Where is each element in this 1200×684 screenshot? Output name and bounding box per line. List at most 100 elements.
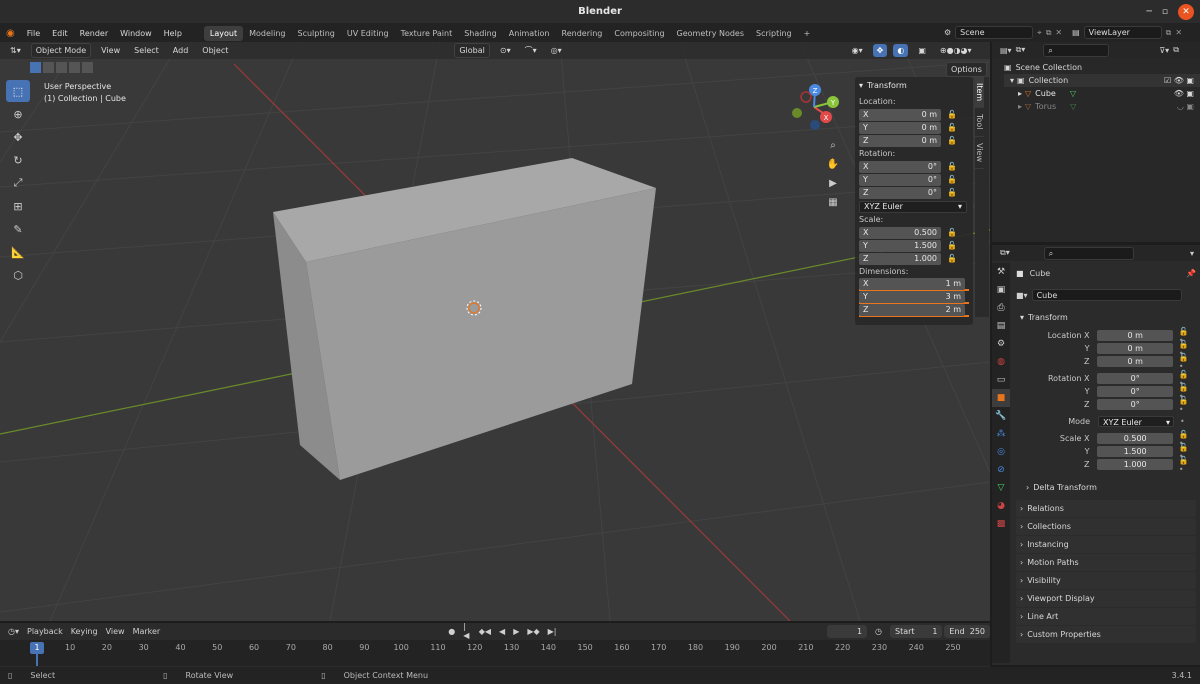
hidden-eye-camera-icons[interactable]: ◡ ▣ — [1177, 102, 1194, 111]
visibility-icon[interactable]: ◉▾ — [848, 44, 867, 57]
workspace-tab[interactable]: Geometry Nodes — [671, 26, 750, 41]
select-extend-icon[interactable] — [43, 62, 54, 73]
marker-menu[interactable]: Marker — [133, 627, 161, 636]
location-z-field[interactable]: Z0 m — [859, 134, 941, 147]
lock-icon[interactable]: 🔓 — [947, 241, 957, 250]
workspace-tab[interactable]: Shading — [458, 26, 503, 41]
lock-icon[interactable]: 🔓 — [947, 123, 957, 132]
minimize-icon[interactable]: ─ — [1146, 7, 1151, 17]
lock-icon[interactable]: 🔓 • — [1179, 396, 1196, 414]
menu-help[interactable]: Help — [158, 29, 188, 38]
scene-tab-icon[interactable]: ⚙ — [992, 335, 1010, 353]
properties-search-input[interactable]: ⌕ — [1043, 246, 1134, 260]
scene-icon[interactable]: ⚙ — [944, 28, 951, 37]
transform-orientation-dropdown[interactable]: Global — [454, 43, 490, 58]
editor-type-icon[interactable]: ⧉▾ — [1000, 248, 1010, 258]
tab-tool[interactable]: Tool — [975, 108, 984, 137]
zoom-icon[interactable]: ⌕ — [824, 136, 842, 154]
chevron-down-icon[interactable]: ▾ — [1190, 249, 1194, 258]
scale-z-field[interactable]: Z 1.000 — [859, 252, 941, 265]
viewport-display-section[interactable]: › Viewport Display — [1016, 590, 1196, 607]
record-icon[interactable]: ● — [448, 627, 455, 636]
rotation-y-field[interactable]: Y 0° — [859, 173, 941, 186]
collection-tab-icon[interactable]: ▭ — [992, 371, 1010, 389]
outliner-row-cube[interactable]: ▸ ▽ Cube ▽ 👁 ▣ — [1004, 87, 1200, 100]
tool-tab-icon[interactable]: ⚒ — [992, 263, 1010, 281]
data-tab-icon[interactable]: ▽ — [992, 479, 1010, 497]
pin-icon[interactable]: ⌖ — [1037, 28, 1042, 38]
lock-icon[interactable]: 🔓 — [947, 162, 957, 171]
options-dropdown[interactable]: Options — [946, 62, 987, 77]
rotation-x-field[interactable]: 0° — [1097, 373, 1173, 384]
workspace-tab[interactable]: Sculpting — [292, 26, 341, 41]
annotate-icon[interactable]: ✎ — [6, 218, 30, 240]
location-x-field[interactable]: X0 m — [859, 108, 941, 121]
clock-icon[interactable]: ◷ — [875, 627, 882, 636]
navigation-gizmo[interactable]: X Y Z — [786, 82, 842, 132]
tab-item[interactable]: Item — [975, 77, 984, 109]
visibility-section[interactable]: › Visibility — [1016, 572, 1196, 589]
scene-selector[interactable]: Scene — [955, 26, 1034, 39]
view-layer-tab-icon[interactable]: ▤ — [992, 317, 1010, 335]
start-frame-field[interactable]: Start 1 — [890, 624, 943, 638]
select-box-icon[interactable]: ⬚ — [6, 80, 30, 102]
scale-x-field[interactable]: X 0.500 — [859, 226, 941, 239]
editor-type-icon[interactable]: ▤▾ — [1000, 46, 1012, 55]
play-reverse-icon[interactable]: ◀ — [499, 627, 505, 636]
scale-icon[interactable]: ⤢ — [6, 172, 30, 194]
prev-keyframe-icon[interactable]: ◆◀ — [479, 627, 491, 636]
menu-add[interactable]: Add — [169, 44, 193, 57]
location-z-field[interactable]: 0 m — [1097, 356, 1173, 367]
menu-edit[interactable]: Edit — [46, 29, 74, 38]
gizmo-icon[interactable]: ✥ — [872, 44, 888, 57]
modifier-tab-icon[interactable]: 🔧 — [992, 407, 1010, 425]
select-new-icon[interactable] — [30, 62, 41, 73]
move-icon[interactable]: ✥ — [6, 126, 30, 148]
outliner-row-torus[interactable]: ▸ ▽ Torus ▽ ◡ ▣ — [1004, 100, 1200, 113]
menu-object[interactable]: Object — [198, 44, 232, 57]
workspace-tab[interactable]: Animation — [503, 26, 556, 41]
scale-x-field[interactable]: 0.500 — [1097, 433, 1173, 444]
shading-mode-icon[interactable]: ⊕●◑◕▾ — [936, 44, 976, 57]
object-icon[interactable]: ■▾ — [1016, 291, 1028, 300]
new-scene-icon[interactable]: ⧉ — [1046, 28, 1052, 38]
scale-y-field[interactable]: Y 1.500 — [859, 239, 941, 252]
current-frame-field[interactable]: 1 — [826, 624, 868, 638]
rotation-mode-dropdown[interactable]: XYZ Euler ▾ — [859, 200, 967, 213]
outliner-search-input[interactable]: ⌕ — [1043, 43, 1110, 57]
location-y-field[interactable]: Y0 m — [859, 121, 941, 134]
lock-icon[interactable]: 🔓 — [947, 228, 957, 237]
location-x-field[interactable]: 0 m — [1097, 330, 1173, 341]
output-tab-icon[interactable]: ⎙ — [992, 299, 1010, 317]
lock-icon[interactable]: 🔓 — [947, 136, 957, 145]
location-y-field[interactable]: 0 m — [1097, 343, 1173, 354]
transform-icon[interactable]: ⊞ — [6, 195, 30, 217]
scale-y-field[interactable]: 1.500 — [1097, 446, 1173, 457]
editor-type-icon[interactable]: ◷▾ — [8, 627, 19, 636]
transform-panel-header[interactable]: ▾ Transform — [855, 77, 973, 93]
checkbox-eye-camera-icons[interactable]: ☑ 👁 ▣ — [1164, 76, 1194, 85]
texture-tab-icon[interactable]: ▩ — [992, 515, 1010, 533]
3d-viewport[interactable]: ⇅▾ Object Mode View Select Add Object Gl… — [0, 42, 990, 621]
grid-ortho-icon[interactable]: ▦ — [824, 193, 842, 211]
workspace-tab[interactable]: Layout — [203, 25, 244, 41]
object-mode-dropdown[interactable]: Object Mode — [30, 43, 92, 58]
rotation-z-field[interactable]: Z 0° — [859, 186, 941, 199]
rotation-x-field[interactable]: X 0° — [859, 160, 941, 173]
render-tab-icon[interactable]: ▣ — [992, 281, 1010, 299]
rotation-mode-dropdown[interactable]: XYZ Euler ▾ — [1098, 416, 1174, 427]
jump-start-icon[interactable]: |◀ — [463, 622, 471, 640]
lock-icon[interactable]: 🔓 • — [1179, 456, 1196, 474]
view-layer-selector[interactable]: ViewLayer — [1083, 26, 1162, 39]
lock-icon[interactable]: 🔓 • — [1179, 353, 1196, 371]
menu-view[interactable]: View — [97, 44, 124, 57]
dimension-z-field[interactable]: Z2 m — [859, 303, 965, 316]
play-icon[interactable]: ▶ — [513, 627, 519, 636]
workspace-tab[interactable]: Rendering — [556, 26, 609, 41]
new-layer-icon[interactable]: ⧉ — [1166, 28, 1172, 38]
cursor-icon[interactable]: ⊕ — [6, 103, 30, 125]
tab-view[interactable]: View — [975, 137, 984, 169]
overlay-icon[interactable]: ◐ — [893, 44, 909, 57]
delta-transform-section[interactable]: › Delta Transform — [1016, 479, 1196, 496]
blender-logo-icon[interactable]: ◉ — [0, 28, 21, 39]
